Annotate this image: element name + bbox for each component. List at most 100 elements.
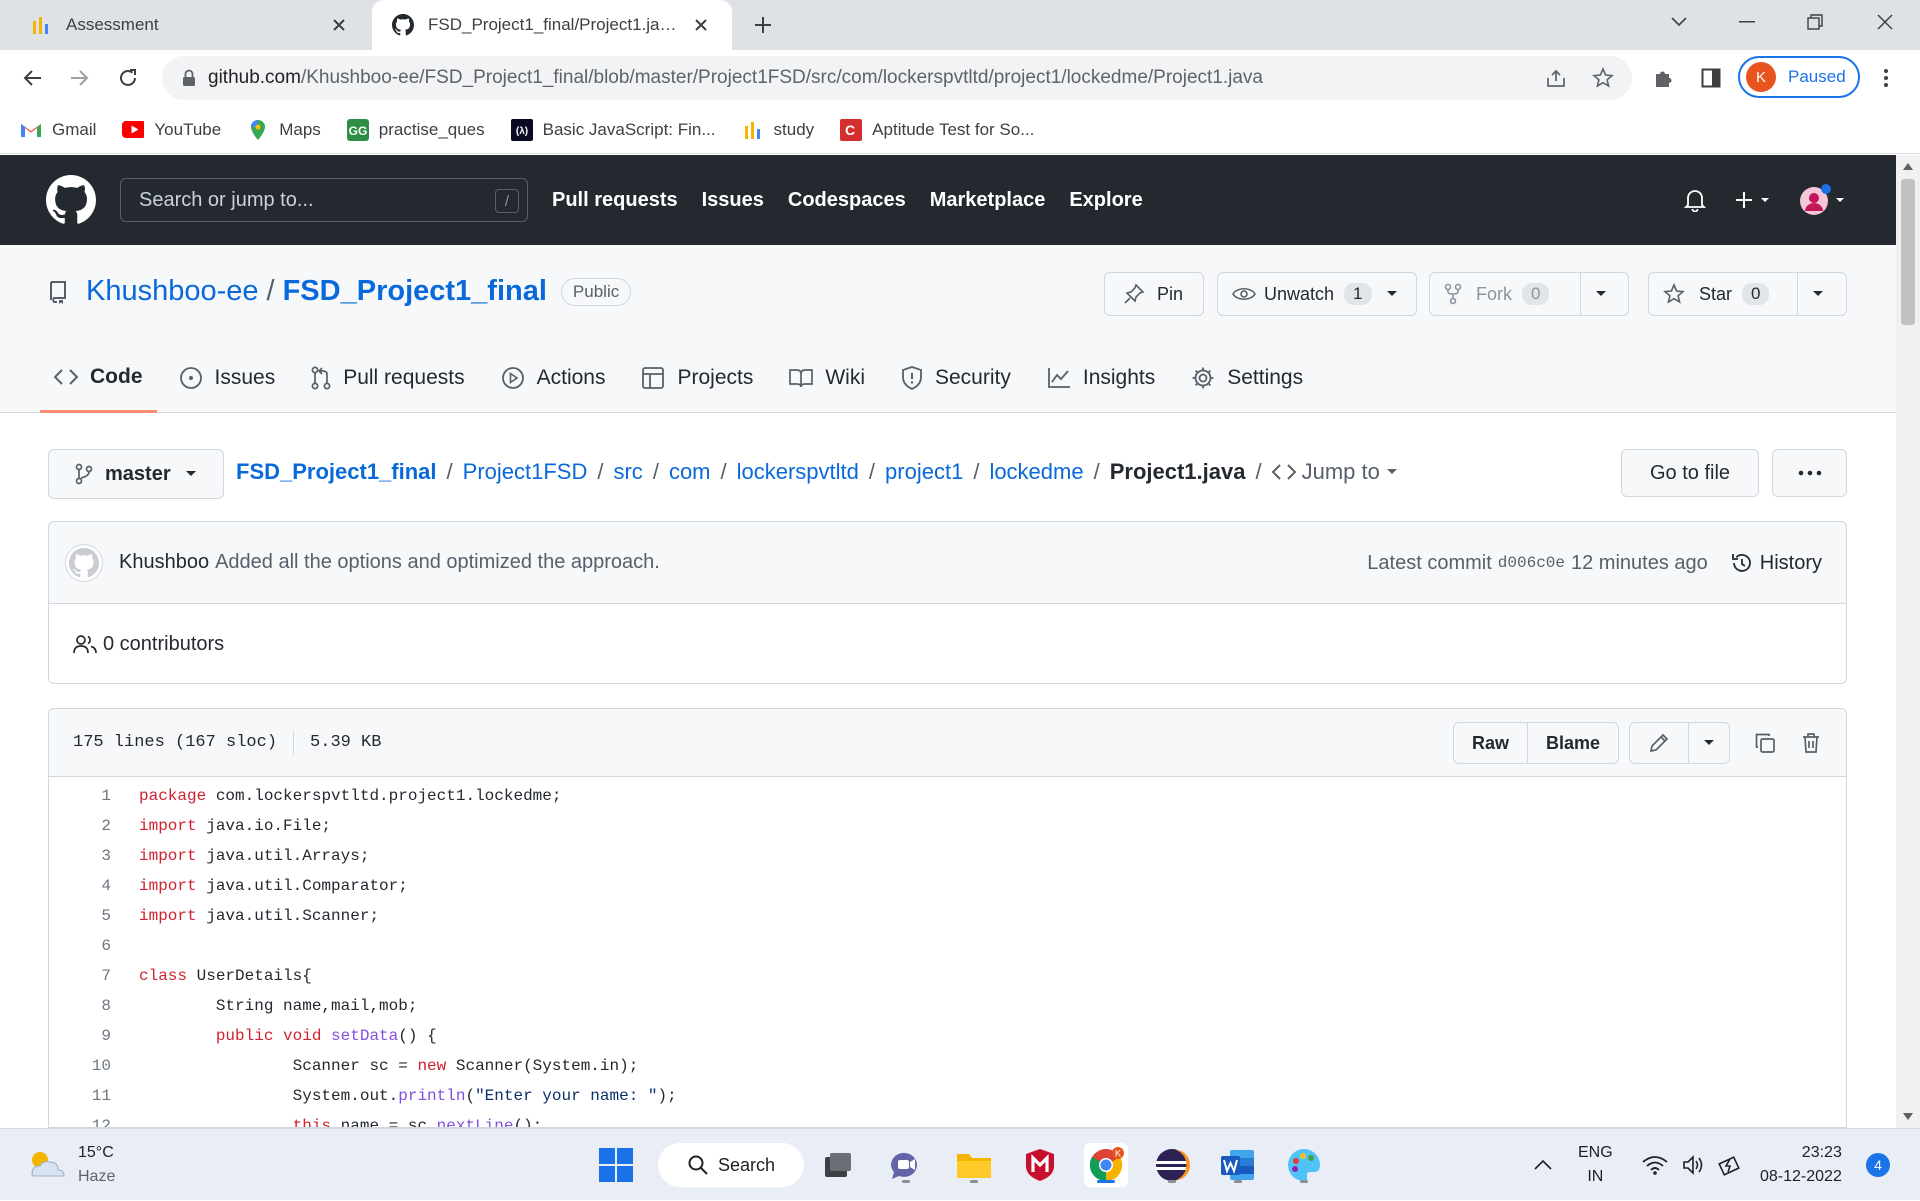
tab-code[interactable]: Code bbox=[40, 355, 157, 413]
browser-tab-github[interactable]: FSD_Project1_final/Project1.java at mast… bbox=[372, 0, 732, 50]
paint-button[interactable] bbox=[1282, 1143, 1326, 1187]
breadcrumb-repo[interactable]: FSD_Project1_final bbox=[236, 459, 437, 485]
browser-tab-assessment[interactable]: Assessment bbox=[0, 0, 370, 50]
show-hidden-icons-button[interactable] bbox=[1534, 1129, 1552, 1201]
history-button[interactable]: History bbox=[1730, 552, 1822, 575]
repo-name-link[interactable]: FSD_Project1_final bbox=[283, 275, 547, 308]
branch-selector[interactable]: master bbox=[48, 449, 224, 499]
pin-button[interactable]: Pin bbox=[1104, 272, 1204, 316]
back-button[interactable] bbox=[14, 60, 50, 96]
page-scrollbar[interactable] bbox=[1896, 155, 1920, 1128]
github-logo-icon[interactable] bbox=[46, 175, 96, 225]
nav-explore[interactable]: Explore bbox=[1069, 189, 1142, 212]
star-button[interactable]: Star 0 bbox=[1649, 273, 1797, 315]
tab-settings[interactable]: Settings bbox=[1177, 355, 1317, 413]
address-bar[interactable]: github.com/Khushboo-ee/FSD_Project1_fina… bbox=[162, 56, 1632, 100]
unwatch-button[interactable]: Unwatch 1 bbox=[1217, 272, 1417, 316]
mcafee-button[interactable] bbox=[1018, 1143, 1062, 1187]
chrome-button[interactable]: K bbox=[1084, 1143, 1128, 1187]
close-window-button[interactable] bbox=[1856, 0, 1914, 44]
extensions-puzzle-icon[interactable] bbox=[1645, 60, 1681, 96]
more-options-button[interactable] bbox=[1772, 449, 1847, 497]
commit-message[interactable]: Added all the options and optimized the … bbox=[215, 551, 660, 574]
star-button-group[interactable]: Star 0 bbox=[1648, 272, 1847, 316]
tab-actions[interactable]: Actions bbox=[487, 355, 620, 413]
nav-marketplace[interactable]: Marketplace bbox=[930, 189, 1046, 212]
star-dropdown[interactable] bbox=[1798, 273, 1838, 315]
line-number[interactable]: 12 bbox=[49, 1117, 111, 1127]
breadcrumb-item[interactable]: src bbox=[613, 459, 642, 485]
tab-wiki[interactable]: Wiki bbox=[775, 355, 879, 413]
fork-button[interactable]: Fork 0 bbox=[1430, 273, 1580, 315]
edit-button[interactable] bbox=[1630, 723, 1688, 763]
tab-issues[interactable]: Issues bbox=[165, 355, 290, 413]
scrollbar-thumb[interactable] bbox=[1901, 179, 1915, 325]
scroll-down-arrow-icon[interactable] bbox=[1903, 1113, 1913, 1120]
line-number[interactable]: 3 bbox=[49, 847, 111, 865]
line-number[interactable]: 11 bbox=[49, 1087, 111, 1105]
nav-codespaces[interactable]: Codespaces bbox=[788, 189, 906, 212]
share-icon[interactable] bbox=[1538, 60, 1574, 96]
forward-button[interactable] bbox=[62, 60, 98, 96]
fork-dropdown[interactable] bbox=[1581, 273, 1621, 315]
user-avatar-menu[interactable] bbox=[1798, 184, 1848, 215]
tab-security[interactable]: Security bbox=[887, 355, 1025, 413]
tab-pull-requests[interactable]: Pull requests bbox=[297, 355, 478, 413]
contributors-count[interactable]: 0 contributors bbox=[103, 633, 224, 656]
commit-author[interactable]: Khushboo bbox=[119, 551, 209, 574]
task-view-button[interactable] bbox=[816, 1143, 860, 1187]
blame-button[interactable]: Blame bbox=[1526, 723, 1618, 763]
notifications-bell-icon[interactable] bbox=[1684, 185, 1706, 215]
word-button[interactable] bbox=[1216, 1143, 1260, 1187]
avatar[interactable] bbox=[65, 543, 103, 582]
taskbar-search[interactable]: Search bbox=[658, 1143, 804, 1187]
profile-button[interactable]: K Paused bbox=[1738, 56, 1860, 98]
bookmark-practise[interactable]: GG practise_ques bbox=[346, 118, 485, 141]
nav-issues[interactable]: Issues bbox=[702, 189, 764, 212]
scroll-up-arrow-icon[interactable] bbox=[1903, 163, 1913, 170]
bookmark-gmail[interactable]: Gmail bbox=[20, 119, 96, 141]
jump-to-button[interactable]: Jump to bbox=[1271, 459, 1398, 485]
bookmark-youtube[interactable]: YouTube bbox=[122, 119, 221, 141]
delete-file-button[interactable] bbox=[1790, 722, 1832, 764]
bookmark-study[interactable]: study bbox=[742, 119, 814, 141]
network-volume-battery-tray[interactable] bbox=[1642, 1129, 1744, 1201]
copy-raw-button[interactable] bbox=[1744, 722, 1786, 764]
breadcrumb-item[interactable]: lockerspvtltd bbox=[737, 459, 859, 485]
line-number[interactable]: 5 bbox=[49, 907, 111, 925]
go-to-file-button[interactable]: Go to file bbox=[1621, 449, 1759, 497]
raw-button[interactable]: Raw bbox=[1454, 723, 1527, 763]
teams-chat-button[interactable] bbox=[884, 1143, 928, 1187]
weather-widget[interactable]: 15°C Haze bbox=[26, 1141, 115, 1189]
file-explorer-button[interactable] bbox=[952, 1143, 996, 1187]
breadcrumb-item[interactable]: lockedme bbox=[989, 459, 1083, 485]
line-number[interactable]: 1 bbox=[49, 787, 111, 805]
line-number[interactable]: 8 bbox=[49, 997, 111, 1015]
browser-menu-icon[interactable] bbox=[1868, 60, 1904, 96]
create-new-plus-icon[interactable] bbox=[1735, 185, 1773, 215]
breadcrumb-item[interactable]: Project1FSD bbox=[463, 459, 588, 485]
edit-dropdown-button[interactable] bbox=[1688, 723, 1729, 763]
close-tab-icon[interactable] bbox=[690, 14, 712, 36]
close-tab-icon[interactable] bbox=[328, 14, 350, 36]
clock[interactable]: 23:23 08-12-2022 bbox=[1760, 1129, 1842, 1201]
bookmark-freecodecamp[interactable]: (λ) Basic JavaScript: Fin... bbox=[510, 118, 716, 141]
breadcrumb-item[interactable]: com bbox=[669, 459, 711, 485]
line-number[interactable]: 4 bbox=[49, 877, 111, 895]
nav-pull-requests[interactable]: Pull requests bbox=[552, 189, 678, 212]
repo-owner-link[interactable]: Khushboo-ee bbox=[86, 275, 259, 308]
breadcrumb-item[interactable]: project1 bbox=[885, 459, 963, 485]
bookmark-star-icon[interactable] bbox=[1585, 60, 1621, 96]
start-button[interactable] bbox=[594, 1143, 638, 1187]
line-number[interactable]: 7 bbox=[49, 967, 111, 985]
bookmark-aptitude[interactable]: C Aptitude Test for So... bbox=[840, 118, 1034, 141]
line-number[interactable]: 2 bbox=[49, 817, 111, 835]
new-tab-button[interactable] bbox=[748, 10, 778, 40]
commit-sha[interactable]: d006c0e bbox=[1498, 554, 1565, 572]
input-language-indicator[interactable]: ENG IN bbox=[1578, 1129, 1613, 1201]
bookmark-maps[interactable]: Maps bbox=[247, 119, 321, 141]
fork-button-group[interactable]: Fork 0 bbox=[1429, 272, 1629, 316]
restore-button[interactable] bbox=[1786, 0, 1844, 44]
eclipse-button[interactable] bbox=[1150, 1143, 1194, 1187]
line-number[interactable]: 9 bbox=[49, 1027, 111, 1045]
